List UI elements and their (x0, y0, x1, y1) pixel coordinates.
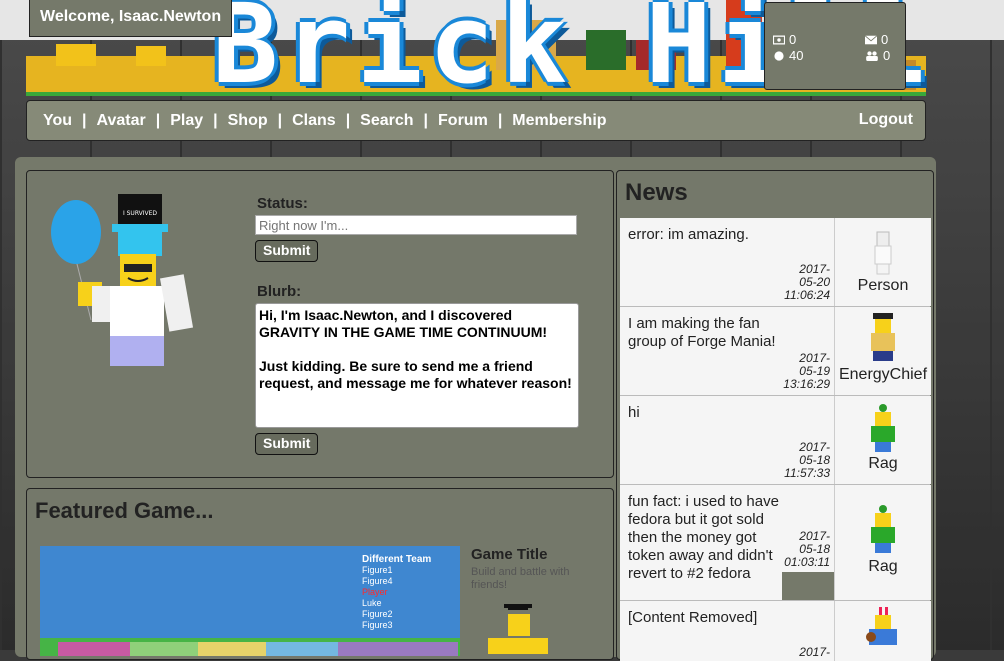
news-text: [Content Removed] (628, 609, 758, 626)
main-nav: You | Avatar | Play | Shop | Clans | Search | Forum |… (26, 100, 926, 141)
svg-text:I SURVIVED: I SURVIVED (123, 210, 157, 217)
news-date: 2017- 05-19 13:16:29 (783, 351, 830, 391)
news-author[interactable] (834, 601, 931, 661)
nav-links: You | Avatar | Play | Shop | Clans | Search | Forum |… (43, 101, 607, 140)
messages-stat[interactable]: 0 (865, 32, 888, 47)
money-icon (773, 35, 785, 44)
author-name[interactable]: Person (835, 277, 931, 295)
currency-panel: 0 0 40 0 (764, 2, 906, 90)
news-author[interactable]: Person (834, 218, 931, 306)
team-player: Luke (362, 598, 382, 608)
news-text: fun fact: i used to have fedora but it g… (628, 493, 779, 582)
author-name[interactable]: EnergyChief (835, 366, 931, 384)
thumbnail-team-list: Different Team Figure1 Figure4 Player Lu… (362, 554, 431, 631)
nav-separator: | (497, 111, 503, 129)
nav-link-you[interactable]: You (43, 112, 72, 130)
nav-separator: | (345, 111, 351, 129)
news-date: 2017- 05-18 01:03:11 (784, 529, 830, 569)
news-text: hi (628, 404, 640, 421)
nav-link-avatar[interactable]: Avatar (97, 112, 146, 130)
team-player: Player (362, 587, 388, 597)
news-item[interactable]: [Content Removed] 2017- (620, 601, 931, 661)
game-description: Build and battle with friends! (471, 566, 570, 591)
news-item[interactable]: I am making the fan group of Forge Mania… (620, 307, 931, 396)
news-text: error: im amazing. (628, 226, 749, 243)
status-submit-button[interactable]: Submit (255, 240, 319, 262)
bits-stat[interactable]: 40 (773, 48, 803, 63)
blurb-label: Blurb: (257, 283, 302, 300)
news-date: 2017- 05-20 11:06:24 (784, 262, 830, 302)
author-name[interactable]: Rag (835, 455, 931, 473)
user-avatar[interactable]: I SURVIVED (46, 190, 206, 370)
news-author[interactable]: Rag (834, 485, 931, 600)
nav-link-membership[interactable]: Membership (512, 112, 606, 130)
author-avatar (871, 404, 895, 452)
author-avatar (874, 231, 892, 275)
friend-requests-count: 0 (883, 48, 891, 63)
nav-link-shop[interactable]: Shop (228, 112, 268, 130)
bits-count: 40 (789, 48, 804, 63)
nav-separator: | (423, 111, 429, 129)
nav-separator: | (277, 111, 283, 129)
game-title[interactable]: Game Title (471, 546, 547, 563)
news-date: 2017- (799, 645, 830, 659)
nav-link-clans[interactable]: Clans (292, 112, 336, 130)
users-icon (866, 50, 878, 61)
bucks-count: 0 (789, 32, 797, 47)
friends-stat[interactable]: 0 (865, 48, 890, 63)
nav-link-forum[interactable]: Forum (438, 112, 488, 130)
author-avatar (871, 313, 895, 361)
welcome-text: Welcome, Isaac.Newton (29, 0, 233, 37)
team-player: Figure3 (362, 620, 393, 630)
team-player: Figure1 (362, 565, 393, 575)
game-character-image (488, 604, 548, 654)
team-header: Different Team (362, 554, 432, 565)
news-text: I am making the fan group of Forge Mania… (628, 315, 776, 350)
author-name[interactable]: Rag (835, 558, 931, 576)
nav-link-search[interactable]: Search (360, 112, 413, 130)
news-item[interactable]: error: im amazing. 2017- 05-20 11:06:24 … (620, 218, 931, 307)
news-item[interactable]: hi 2017- 05-18 11:57:33 Rag (620, 396, 931, 485)
featured-game-heading: Featured Game... (35, 498, 214, 523)
nav-separator: | (155, 111, 161, 129)
nav-separator: | (82, 111, 87, 129)
team-player: Figure4 (362, 576, 393, 586)
status-label: Status: (257, 195, 308, 212)
news-date: 2017- 05-18 11:57:33 (784, 440, 830, 480)
blurb-submit-button[interactable]: Submit (255, 433, 319, 455)
messages-count: 0 (881, 32, 889, 47)
author-avatar (871, 505, 895, 553)
news-item[interactable]: fun fact: i used to have fedora but it g… (620, 485, 931, 601)
news-author[interactable]: Rag (834, 396, 931, 484)
envelope-icon (865, 34, 877, 44)
nav-separator: | (213, 111, 218, 129)
status-input[interactable] (255, 215, 577, 235)
circle-icon (774, 50, 784, 61)
bucks-stat[interactable]: 0 (773, 32, 796, 47)
nav-link-play[interactable]: Play (170, 112, 203, 130)
news-item-corner (782, 572, 834, 600)
logout-link[interactable]: Logout (859, 111, 913, 129)
colored-blocks (58, 642, 458, 656)
team-player: Figure2 (362, 609, 393, 619)
news-heading: News (625, 179, 688, 206)
blurb-textarea[interactable]: Hi, I'm Isaac.Newton, and I discovered G… (255, 303, 579, 428)
news-author[interactable]: EnergyChief (834, 307, 931, 395)
